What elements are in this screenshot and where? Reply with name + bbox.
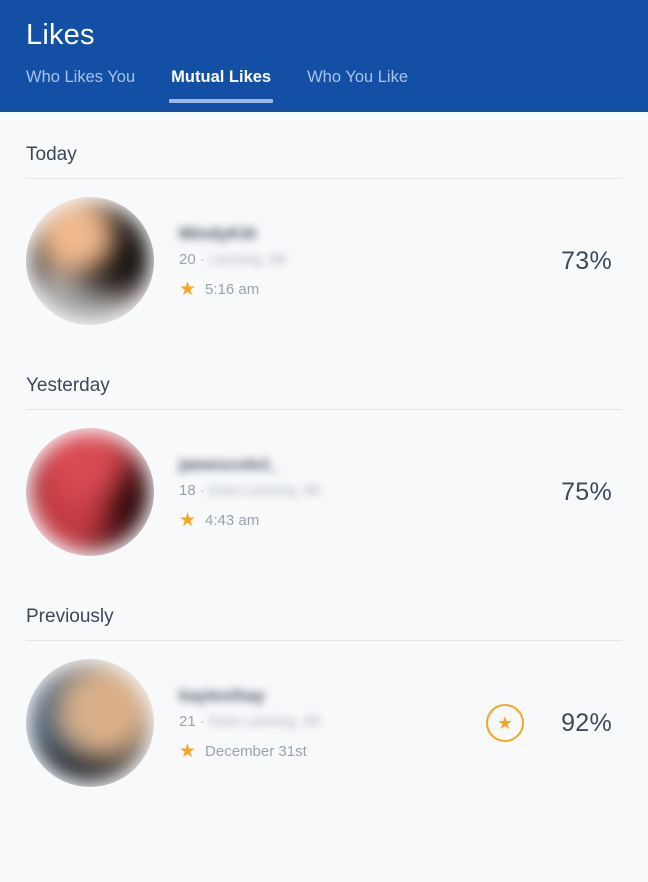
- section-heading: Yesterday: [26, 375, 110, 396]
- username[interactable]: MindyKitt: [179, 223, 256, 245]
- avatar[interactable]: [26, 659, 154, 787]
- avatar[interactable]: [26, 197, 154, 325]
- like-row[interactable]: jamescole1_ 18 · East Lansing, MI ★ 4:43…: [26, 410, 622, 574]
- location: Lansing, MI: [208, 250, 287, 268]
- star-icon: ★: [179, 741, 197, 762]
- avatar-image: [30, 201, 150, 321]
- page-title: Likes: [26, 19, 95, 51]
- like-timestamp-row: ★ 5:16 am: [179, 280, 546, 300]
- star-icon: ★: [179, 510, 197, 531]
- tab-bar: Who Likes You Mutual Likes Who You Like: [26, 67, 408, 103]
- location: East Lansing, MI: [208, 481, 321, 499]
- username[interactable]: kaylesihay: [179, 685, 265, 707]
- profile-meta: 21 · East Lansing, MI: [179, 711, 486, 733]
- match-area: ★ 92%: [486, 704, 622, 742]
- section-heading: Previously: [26, 606, 114, 627]
- tab-who-you-like[interactable]: Who You Like: [307, 67, 408, 103]
- likes-list: Today MindyKitt 20 · Lansing, MI ★ 5:16 …: [0, 112, 648, 805]
- profile-meta: 18 · East Lansing, MI: [179, 480, 546, 502]
- profile-meta: 20 · Lansing, MI: [179, 249, 546, 271]
- section-today: Today MindyKitt 20 · Lansing, MI ★ 5:16 …: [0, 112, 648, 343]
- avatar-image: [30, 663, 150, 783]
- location: East Lansing, MI: [208, 712, 321, 730]
- tab-mutual-likes[interactable]: Mutual Likes: [169, 67, 274, 103]
- like-timestamp-row: ★ December 31st: [179, 742, 486, 762]
- like-row[interactable]: kaylesihay 21 · East Lansing, MI ★ Decem…: [26, 641, 622, 805]
- meta-separator: ·: [199, 250, 205, 268]
- age: 20: [179, 250, 196, 268]
- star-icon: ★: [496, 712, 514, 733]
- app-header: Likes Who Likes You Mutual Likes Who You…: [0, 0, 648, 112]
- match-percent: 73%: [561, 246, 612, 275]
- tab-who-likes-you[interactable]: Who Likes You: [26, 67, 135, 103]
- timestamp: December 31st: [205, 742, 307, 760]
- like-row[interactable]: MindyKitt 20 · Lansing, MI ★ 5:16 am 73%: [26, 179, 622, 343]
- match-percent: 75%: [561, 477, 612, 506]
- section-heading: Today: [26, 144, 77, 165]
- like-timestamp-row: ★ 4:43 am: [179, 511, 546, 531]
- tab-label: Mutual Likes: [171, 68, 272, 86]
- meta-separator: ·: [199, 481, 205, 499]
- match-area: 73%: [546, 247, 622, 276]
- timestamp: 4:43 am: [205, 511, 260, 529]
- profile-info: kaylesihay 21 · East Lansing, MI ★ Decem…: [154, 685, 486, 762]
- tab-label: Who You Like: [307, 68, 409, 86]
- avatar-image: [30, 432, 150, 552]
- match-percent: 92%: [561, 708, 612, 737]
- section-previously: Previously kaylesihay 21 · East Lansing,…: [0, 574, 648, 805]
- star-badge-icon[interactable]: ★: [486, 704, 524, 742]
- avatar[interactable]: [26, 428, 154, 556]
- age: 21: [179, 712, 196, 730]
- age: 18: [179, 481, 196, 499]
- timestamp: 5:16 am: [205, 280, 260, 298]
- match-area: 75%: [546, 478, 622, 507]
- section-yesterday: Yesterday jamescole1_ 18 · East Lansing,…: [0, 343, 648, 574]
- tab-label: Who Likes You: [26, 68, 136, 86]
- username[interactable]: jamescole1_: [179, 454, 280, 476]
- star-icon: ★: [179, 279, 197, 300]
- profile-info: jamescole1_ 18 · East Lansing, MI ★ 4:43…: [154, 454, 546, 531]
- profile-info: MindyKitt 20 · Lansing, MI ★ 5:16 am: [154, 223, 546, 300]
- meta-separator: ·: [199, 712, 205, 730]
